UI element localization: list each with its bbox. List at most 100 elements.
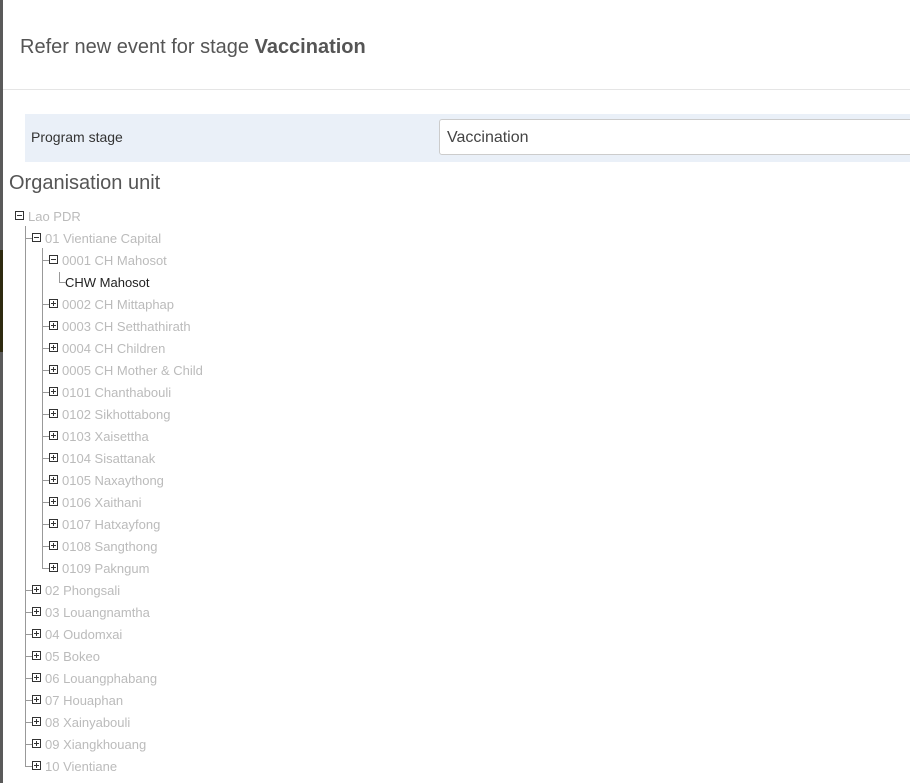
expand-icon[interactable]: [49, 563, 58, 572]
tree-connector-line: [25, 678, 32, 679]
tree-connector-line: [59, 272, 60, 282]
org-unit-label[interactable]: CHW Mahosot: [65, 275, 150, 290]
org-unit-node: 07 Houaphan: [3, 690, 603, 712]
tree-connector-line: [42, 436, 49, 437]
expand-icon[interactable]: [32, 717, 41, 726]
org-unit-label[interactable]: 0104 Sisattanak: [62, 451, 155, 466]
tree-connector-line: [42, 480, 49, 481]
expand-icon[interactable]: [49, 541, 58, 550]
tree-connector-line: [42, 370, 49, 371]
expand-icon[interactable]: [49, 431, 58, 440]
org-unit-label[interactable]: 10 Vientiane: [45, 759, 117, 774]
org-unit-label[interactable]: 0109 Pakngum: [62, 561, 149, 576]
org-unit-label[interactable]: 0106 Xaithani: [62, 495, 142, 510]
program-stage-row: Program stage Vaccination: [25, 114, 910, 162]
expand-icon[interactable]: [49, 387, 58, 396]
expand-icon[interactable]: [49, 321, 58, 330]
org-unit-label[interactable]: 0004 CH Children: [62, 341, 165, 356]
org-unit-node: 0101 Chanthabouli: [3, 382, 603, 404]
org-unit-node: 0108 Sangthong: [3, 536, 603, 558]
org-unit-node: 0003 CH Setthathirath: [3, 316, 603, 338]
org-unit-label[interactable]: 05 Bokeo: [45, 649, 100, 664]
org-unit-label[interactable]: 0103 Xaisettha: [62, 429, 149, 444]
org-unit-label[interactable]: Lao PDR: [28, 209, 81, 224]
expand-icon[interactable]: [32, 607, 41, 616]
expand-icon[interactable]: [49, 365, 58, 374]
refer-event-modal: Refer new event for stage Vaccination Pr…: [3, 0, 910, 783]
collapse-icon[interactable]: [32, 233, 41, 242]
org-unit-node: 0005 CH Mother & Child: [3, 360, 603, 382]
expand-icon[interactable]: [32, 673, 41, 682]
org-unit-node: 08 Xainyabouli: [3, 712, 603, 734]
org-unit-label[interactable]: 0105 Naxaythong: [62, 473, 164, 488]
org-unit-node: 05 Bokeo: [3, 646, 603, 668]
expand-icon[interactable]: [32, 629, 41, 638]
collapse-icon[interactable]: [15, 211, 24, 220]
org-unit-label[interactable]: 0101 Chanthabouli: [62, 385, 171, 400]
expand-icon[interactable]: [49, 519, 58, 528]
tree-connector-line: [42, 304, 49, 305]
tree-connector-line: [42, 568, 49, 569]
org-unit-label[interactable]: 04 Oudomxai: [45, 627, 122, 642]
org-unit-label[interactable]: 07 Houaphan: [45, 693, 123, 708]
org-unit-label[interactable]: 03 Louangnamtha: [45, 605, 150, 620]
expand-icon[interactable]: [32, 651, 41, 660]
org-unit-label[interactable]: 0001 CH Mahosot: [62, 253, 167, 268]
org-unit-node: 0109 Pakngum: [3, 558, 603, 580]
expand-icon[interactable]: [49, 497, 58, 506]
org-unit-label[interactable]: 0005 CH Mother & Child: [62, 363, 203, 378]
expand-icon[interactable]: [49, 453, 58, 462]
program-stage-label: Program stage: [31, 129, 123, 145]
modal-header: Refer new event for stage Vaccination: [3, 0, 910, 90]
expand-icon[interactable]: [32, 761, 41, 770]
org-unit-node: 01 Vientiane Capital: [3, 228, 603, 250]
org-unit-label[interactable]: 09 Xiangkhouang: [45, 737, 146, 752]
org-unit-label[interactable]: 01 Vientiane Capital: [45, 231, 161, 246]
org-unit-label[interactable]: 0102 Sikhottabong: [62, 407, 170, 422]
org-unit-node: 0004 CH Children: [3, 338, 603, 360]
org-unit-node: 0102 Sikhottabong: [3, 404, 603, 426]
org-unit-node: 0001 CH Mahosot: [3, 250, 603, 272]
org-unit-node: 0107 Hatxayfong: [3, 514, 603, 536]
tree-connector-line: [25, 766, 32, 767]
org-unit-label[interactable]: 0003 CH Setthathirath: [62, 319, 191, 334]
org-unit-node: 0103 Xaisettha: [3, 426, 603, 448]
org-unit-label[interactable]: 02 Phongsali: [45, 583, 120, 598]
org-unit-node: 0104 Sisattanak: [3, 448, 603, 470]
org-unit-node: 0105 Naxaythong: [3, 470, 603, 492]
org-unit-node: 02 Phongsali: [3, 580, 603, 602]
org-unit-label[interactable]: 08 Xainyabouli: [45, 715, 130, 730]
expand-icon[interactable]: [49, 475, 58, 484]
org-unit-node: 03 Louangnamtha: [3, 602, 603, 624]
tree-connector-line: [25, 744, 32, 745]
program-stage-select[interactable]: Vaccination: [439, 119, 910, 155]
tree-connector-line: [25, 612, 32, 613]
collapse-icon[interactable]: [49, 255, 58, 264]
expand-icon[interactable]: [49, 299, 58, 308]
tree-connector-line: [25, 590, 32, 591]
org-unit-label[interactable]: 06 Louangphabang: [45, 671, 157, 686]
tree-connector-line: [42, 348, 49, 349]
tree-connector-line: [42, 502, 49, 503]
modal-title-prefix: Refer new event for stage: [20, 36, 250, 58]
tree-connector-line: [25, 238, 32, 239]
tree-connector-line: [42, 458, 49, 459]
org-unit-node: 09 Xiangkhouang: [3, 734, 603, 756]
tree-connector-line: [25, 656, 32, 657]
expand-icon[interactable]: [49, 409, 58, 418]
org-unit-label[interactable]: 0107 Hatxayfong: [62, 517, 160, 532]
expand-icon[interactable]: [32, 585, 41, 594]
tree-connector-line: [42, 524, 49, 525]
expand-icon[interactable]: [49, 343, 58, 352]
org-unit-title: Organisation unit: [9, 172, 161, 194]
tree-connector-line: [25, 722, 32, 723]
tree-connector-line: [25, 700, 32, 701]
org-unit-node: 06 Louangphabang: [3, 668, 603, 690]
org-unit-label[interactable]: 0002 CH Mittaphap: [62, 297, 174, 312]
expand-icon[interactable]: [32, 739, 41, 748]
modal-title: Refer new event for stage Vaccination: [20, 36, 366, 59]
org-unit-node: 0106 Xaithani: [3, 492, 603, 514]
tree-connector-line: [42, 248, 43, 568]
expand-icon[interactable]: [32, 695, 41, 704]
org-unit-label[interactable]: 0108 Sangthong: [62, 539, 157, 554]
